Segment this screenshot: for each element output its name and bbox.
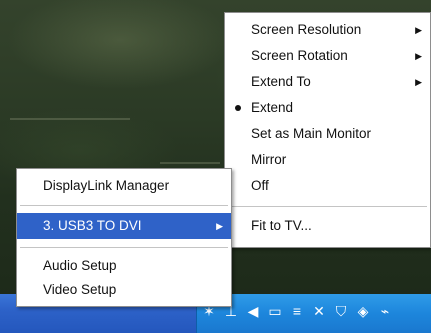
usb-icon[interactable]: ⌁: [376, 302, 394, 320]
menu-item-extend[interactable]: Extend: [225, 95, 430, 121]
menu-item-displaylink-manager[interactable]: DisplayLink Manager: [17, 173, 231, 199]
shield-icon[interactable]: ⛉: [332, 302, 350, 320]
menu-item-label: Off: [251, 178, 269, 193]
menu-item-fit-to-tv[interactable]: Fit to TV...: [225, 213, 430, 239]
menu-item-label: 3. USB3 TO DVI: [43, 218, 142, 233]
menu-separator: [228, 206, 427, 207]
menu-item-set-as-main-monitor[interactable]: Set as Main Monitor: [225, 121, 430, 147]
menu-item-label: DisplayLink Manager: [43, 178, 170, 193]
menu-item-screen-resolution[interactable]: Screen Resolution ▶: [225, 17, 430, 43]
menu-separator: [20, 205, 228, 206]
alert-icon[interactable]: ✕: [310, 302, 328, 320]
submenu-arrow-icon: ▶: [216, 221, 223, 231]
menu-item-video-setup[interactable]: Video Setup: [17, 277, 231, 303]
submenu-arrow-icon: ▶: [415, 77, 422, 87]
submenu-arrow-icon: ▶: [415, 25, 422, 35]
wireless-icon[interactable]: ≡: [288, 302, 306, 320]
menu-item-label: Set as Main Monitor: [251, 126, 372, 141]
menu-item-mirror[interactable]: Mirror: [225, 147, 430, 173]
menu-item-label: Mirror: [251, 152, 287, 167]
menu-item-label: Fit to TV...: [251, 218, 312, 233]
security-center-icon[interactable]: ◈: [354, 302, 372, 320]
displaylink-context-menu: DisplayLink Manager 3. USB3 TO DVI ▶ Aud…: [16, 168, 232, 307]
menu-item-screen-rotation[interactable]: Screen Rotation ▶: [225, 43, 430, 69]
menu-item-extend-to[interactable]: Extend To ▶: [225, 69, 430, 95]
menu-item-label: Video Setup: [43, 282, 117, 297]
displaylink-submenu: Screen Resolution ▶ Screen Rotation ▶ Ex…: [224, 12, 431, 248]
menu-item-label: Extend To: [251, 74, 311, 89]
menu-item-audio-setup[interactable]: Audio Setup: [17, 253, 231, 279]
menu-item-label: Screen Resolution: [251, 22, 362, 37]
volume-icon[interactable]: ◀: [244, 302, 262, 320]
monitor-icon[interactable]: ▭: [266, 302, 284, 320]
submenu-arrow-icon: ▶: [415, 51, 422, 61]
menu-separator: [20, 247, 228, 248]
menu-item-label: Extend: [251, 100, 294, 115]
menu-item-off[interactable]: Off: [225, 173, 430, 199]
menu-item-usb3-to-dvi[interactable]: 3. USB3 TO DVI ▶: [17, 213, 231, 239]
menu-item-label: Screen Rotation: [251, 48, 348, 63]
menu-item-label: Audio Setup: [43, 258, 117, 273]
radio-bullet-icon: [235, 105, 241, 111]
